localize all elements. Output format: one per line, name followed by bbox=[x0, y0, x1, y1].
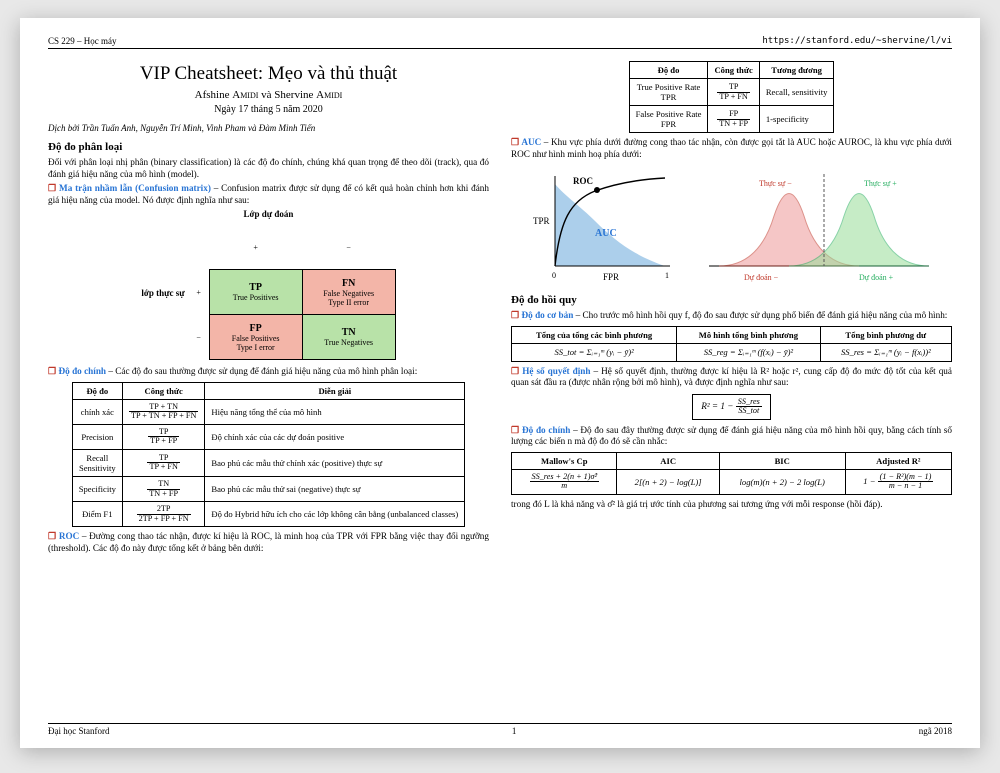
right-column: Độ đoCông thứcTương đương True Positive … bbox=[511, 55, 952, 705]
charts-row: TPR FPR ROC AUC 0 1 Thực sự − Thực sự + … bbox=[511, 166, 952, 286]
roc-intro: ❒ ROC – Đường cong thao tác nhận, được k… bbox=[48, 531, 489, 554]
th-roc-eq: Tương đương bbox=[759, 62, 834, 79]
th-adjr2: Adjusted R² bbox=[845, 452, 951, 469]
section-classification: Độ đo phân loại bbox=[48, 141, 489, 153]
author1: Amidi bbox=[232, 89, 258, 101]
svg-text:ROC: ROC bbox=[573, 176, 593, 186]
roc-chart: TPR FPR ROC AUC 0 1 bbox=[525, 166, 685, 286]
two-column-layout: VIP Cheatsheet: Mẹo và thủ thuật Afshine… bbox=[48, 55, 952, 705]
confusion-table: +− + TPTrue Positives FNFalse NegativesT… bbox=[189, 225, 396, 360]
svg-text:FPR: FPR bbox=[603, 272, 619, 282]
ss-res: SS_res = Σᵢ₌₁ᵐ (yᵢ − f(xᵢ))² bbox=[820, 343, 951, 361]
page: CS 229 – Học máy https://stanford.edu/~s… bbox=[20, 18, 980, 748]
term-r2: Hệ số quyết định bbox=[522, 366, 590, 376]
table-row: SpecificityTNTN + FPBao phủ các mẫu thử … bbox=[72, 476, 465, 501]
author-mid: và Shervine bbox=[258, 89, 316, 101]
header-url: https://stanford.edu/~shervine/l/vi bbox=[762, 36, 952, 46]
cp-formula: SS_res + 2(n + 1)σ̂²m bbox=[512, 469, 617, 494]
left-column: VIP Cheatsheet: Mẹo và thủ thuật Afshine… bbox=[48, 55, 489, 705]
svg-text:AUC: AUC bbox=[595, 228, 617, 239]
ss-table: Tổng của tổng các bình phươngMô hình tổn… bbox=[511, 326, 952, 362]
auc-text: – Khu vực phía dưới đường cong thao tác … bbox=[511, 137, 952, 159]
aic-formula: 2[(n + 2) − log(L)] bbox=[617, 469, 719, 494]
metrics-table: Độ đoCông thứcDiễn giải chính xácTP + TN… bbox=[72, 382, 466, 528]
r2-intro: ❒ Hệ số quyết định – Hệ số quyết định, t… bbox=[511, 366, 952, 389]
svg-text:1: 1 bbox=[665, 271, 669, 280]
page-footer: Đại học Stanford 1 ngã 2018 bbox=[48, 723, 952, 736]
term-main: Độ đo chính bbox=[59, 366, 107, 376]
th-cp: Mallow's Cp bbox=[512, 452, 617, 469]
main-metrics-intro: ❒ Độ đo chính – Các độ đo sau thường đượ… bbox=[48, 366, 489, 378]
th-metric: Độ đo bbox=[72, 382, 122, 399]
term-confusion: Ma trận nhầm lẫn (Confusion matrix) bbox=[59, 183, 211, 193]
cell-fp: FPFalse PositivesType I error bbox=[209, 315, 302, 360]
basic-intro: ❒ Độ đo cơ bản – Cho trước mô hình hồi q… bbox=[511, 310, 952, 322]
main-text: – Các độ đo sau thường được sử dụng để đ… bbox=[106, 366, 417, 376]
ss-tot: SS_tot = Σᵢ₌₁ᵐ (yᵢ − ȳ)² bbox=[512, 343, 677, 361]
main2-intro: ❒ Độ đo chính – Độ đo sau đây thường đượ… bbox=[511, 425, 952, 448]
th-roc-metric: Độ đo bbox=[629, 62, 708, 79]
term-main2: Độ đo chính bbox=[522, 425, 570, 435]
th-desc: Diễn giải bbox=[205, 382, 465, 399]
footer-right: ngã 2018 bbox=[919, 726, 952, 736]
table-row: Điểm F12TP2TP + FP + FNĐộ đo Hybrid hữu … bbox=[72, 502, 465, 527]
r2-formula: R² = 1 − SS_resSS_tot bbox=[511, 392, 952, 422]
author2: Amidi bbox=[316, 89, 342, 101]
cell-tn: TNTrue Negatives bbox=[302, 315, 395, 360]
cell-fn: FNFalse NegativesType II error bbox=[302, 270, 395, 315]
roc-table: Độ đoCông thứcTương đương True Positive … bbox=[629, 61, 835, 133]
adjr2-formula: 1 − (1 − R²)(m − 1)m − n − 1 bbox=[845, 469, 951, 494]
table-row: False Positive Rate FPRFPTN + FP1-specif… bbox=[629, 106, 834, 133]
footer-left: Đại học Stanford bbox=[48, 726, 109, 736]
th-aic: AIC bbox=[617, 452, 719, 469]
date: Ngày 17 tháng 5 năm 2020 bbox=[48, 104, 489, 115]
term-auc: AUC bbox=[521, 137, 541, 147]
translators: Dịch bởi Trần Tuấn Anh, Nguyễn Trí Minh,… bbox=[48, 123, 489, 133]
conf-top-label: Lớp dự đoán bbox=[48, 209, 489, 219]
confusion-def: ❒ Ma trận nhầm lẫn (Confusion matrix) – … bbox=[48, 183, 489, 206]
svg-text:Thực sự −: Thực sự − bbox=[759, 179, 792, 188]
distribution-chart: Thực sự − Thực sự + Dự đoán − Dự đoán + bbox=[699, 166, 939, 286]
header-left: CS 229 – Học máy bbox=[48, 36, 117, 46]
svg-text:0: 0 bbox=[552, 271, 556, 280]
svg-text:Thực sự +: Thực sự + bbox=[864, 179, 897, 188]
table-row: PrecisionTPTP + FPĐộ chính xác của các d… bbox=[72, 424, 465, 449]
basic-text: – Cho trước mô hình hồi quy f, độ đo sau… bbox=[573, 310, 947, 320]
authors: Afshine Amidi và Shervine Amidi bbox=[48, 89, 489, 101]
footer-page: 1 bbox=[512, 726, 517, 736]
term-basic: Độ đo cơ bản bbox=[522, 310, 574, 320]
intro-paragraph: Đối với phân loại nhị phân (binary class… bbox=[48, 157, 489, 180]
page-header: CS 229 – Học máy https://stanford.edu/~s… bbox=[48, 36, 952, 49]
th-bic: BIC bbox=[719, 452, 845, 469]
main2-text: – Độ đo sau đây thường được sử dụng để đ… bbox=[511, 425, 952, 447]
th-roc-formula: Công thức bbox=[708, 62, 759, 79]
roc-text: – Đường cong thao tác nhận, được kí hiệu… bbox=[48, 531, 489, 553]
confusion-matrix: lớp thực sự +− + TPTrue Positives FNFals… bbox=[48, 225, 489, 360]
table-row: chính xácTP + TNTP + TN + FP + FNHiệu nă… bbox=[72, 399, 465, 424]
author-prefix: Afshine bbox=[195, 89, 233, 101]
svg-text:TPR: TPR bbox=[533, 216, 550, 226]
table-row: Recall SensitivityTPTP + FNBao phủ các m… bbox=[72, 449, 465, 476]
tail-note: trong đó L là khả năng và σ̂² là giá trị… bbox=[511, 499, 952, 511]
auc-intro: ❒ AUC – Khu vực phía dưới đường cong tha… bbox=[511, 137, 952, 160]
page-title: VIP Cheatsheet: Mẹo và thủ thuật bbox=[48, 63, 489, 85]
th-ss-tot: Tổng của tổng các bình phương bbox=[512, 326, 677, 343]
conf-side-label: lớp thực sự bbox=[141, 288, 184, 298]
table-row: True Positive Rate TPRTPTP + FNRecall, s… bbox=[629, 79, 834, 106]
ss-reg: SS_reg = Σᵢ₌₁ᵐ (f(xᵢ) − ȳ)² bbox=[677, 343, 820, 361]
adv-table: Mallow's Cp AIC BIC Adjusted R² SS_res +… bbox=[511, 452, 952, 495]
term-roc: ROC bbox=[59, 531, 79, 541]
svg-text:Dự đoán −: Dự đoán − bbox=[744, 273, 779, 282]
th-ss-reg: Mô hình tổng bình phương bbox=[677, 326, 820, 343]
th-formula: Công thức bbox=[122, 382, 204, 399]
section-regression: Độ đo hồi quy bbox=[511, 294, 952, 306]
svg-text:Dự đoán +: Dự đoán + bbox=[859, 273, 894, 282]
th-ss-res: Tổng bình phương dư bbox=[820, 326, 951, 343]
cell-tp: TPTrue Positives bbox=[209, 270, 302, 315]
bic-formula: log(m)(n + 2) − 2 log(L) bbox=[719, 469, 845, 494]
